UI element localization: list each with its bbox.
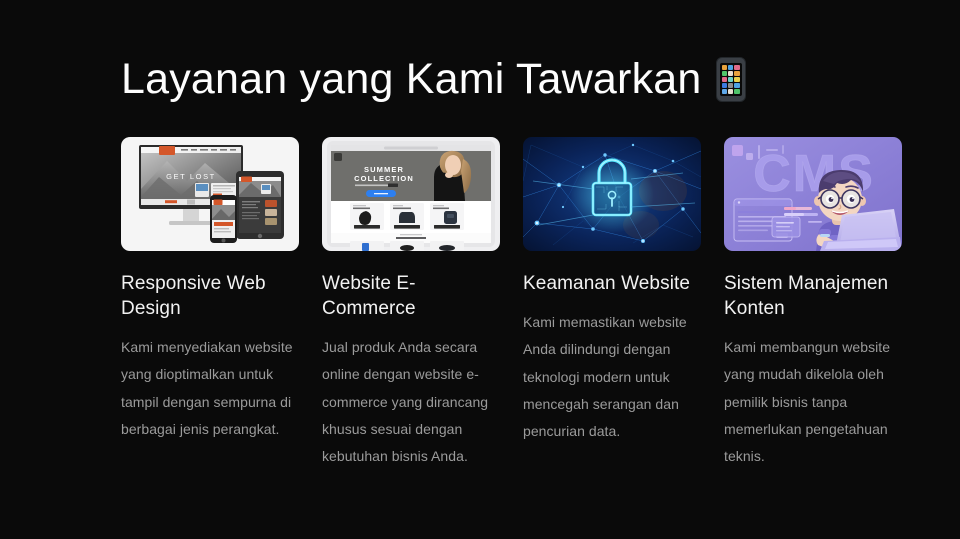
service-card-website-e-commerce[interactable]: SUMMER COLLECTION Website E-Commerce Jua… — [322, 137, 500, 471]
ecommerce-store-mockup-image: SUMMER COLLECTION — [322, 137, 500, 251]
service-card-description: Kami memastikan website Anda dilindungi … — [523, 314, 687, 440]
service-card-keamanan-website[interactable]: Keamanan Website Kami memastikan website… — [523, 137, 701, 446]
service-card-description: Jual produk Anda secara online dengan we… — [322, 339, 489, 465]
mobile-phone-emoji — [715, 56, 746, 102]
page-title-text: Layanan yang Kami Tawarkan — [121, 54, 702, 103]
responsive-devices-mockup-image: GET LOST — [121, 137, 299, 251]
mobile-phone-screen — [719, 62, 742, 96]
svg-text:COLLECTION: COLLECTION — [354, 174, 414, 183]
service-card-title: Website E-Commerce — [322, 273, 416, 320]
services-card-list: GET LOST Responsive Web Design Kami meny… — [121, 137, 909, 471]
cyber-security-padlock-image — [523, 137, 701, 251]
service-card-sistem-manajemen-konten[interactable]: CMS CMS Sistem Manajemen Konten Kami mem… — [724, 137, 902, 471]
page-title: Layanan yang Kami Tawarkan — [121, 48, 746, 110]
cms-illustration-image: CMS CMS — [724, 137, 902, 251]
services-section: Layanan yang Kami Tawarkan GET LOST Resp… — [0, 0, 960, 539]
service-card-responsive-web-design[interactable]: GET LOST Responsive Web Design Kami meny… — [121, 137, 299, 443]
svg-text:GET LOST: GET LOST — [166, 172, 216, 181]
service-card-title: Keamanan Website — [523, 273, 691, 294]
service-card-title: Sistem Manajemen Konten — [724, 273, 889, 320]
service-card-description: Kami menyediakan website yang dioptimalk… — [121, 339, 293, 438]
service-card-title: Responsive Web Design — [121, 273, 266, 320]
svg-text:SUMMER: SUMMER — [364, 165, 404, 174]
service-card-description: Kami membangun website yang mudah dikelo… — [724, 339, 891, 465]
